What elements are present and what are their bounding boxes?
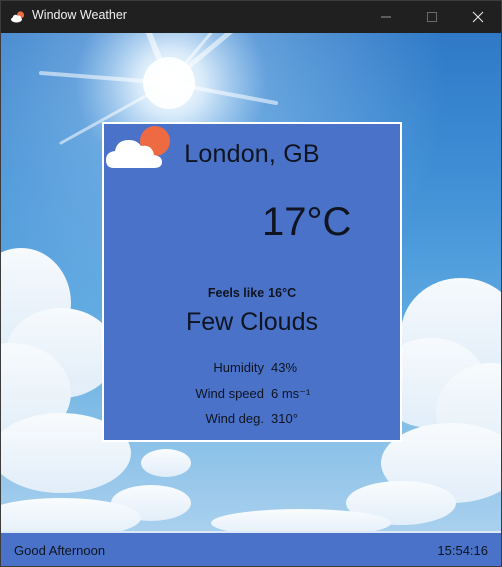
status-bar: Good Afternoon 15:54:16 [1, 531, 501, 566]
window-title: Window Weather [32, 8, 127, 22]
wind-deg-value: 310° [271, 411, 298, 426]
cloud-sun-icon [106, 126, 170, 168]
maximize-icon [427, 12, 437, 22]
close-icon [472, 11, 484, 23]
maximize-button[interactable] [409, 1, 455, 33]
wind-deg-label: Wind deg. [205, 411, 264, 426]
humidity-label: Humidity [213, 360, 264, 375]
minimize-button[interactable] [363, 1, 409, 33]
app-window: Window Weather London, GB 17°C Feels lik… [0, 0, 502, 567]
humidity-value: 43% [271, 360, 298, 375]
wind-speed-value: 6 ms⁻¹ [271, 386, 311, 401]
sky-background: London, GB 17°C Feels like 16°C Few Cloud… [1, 33, 501, 531]
title-bar[interactable]: Window Weather [1, 1, 501, 33]
feels-like: Feels like 16°C [104, 286, 400, 300]
greeting-text: Good Afternoon [14, 543, 106, 558]
wind-speed-label: Wind speed [195, 386, 264, 401]
weather-card: London, GB 17°C Feels like 16°C Few Cloud… [102, 122, 402, 442]
feels-like-label: Feels like [207, 286, 265, 300]
close-button[interactable] [455, 1, 501, 33]
weather-description: Few Clouds [186, 308, 318, 336]
feels-like-value: 16°C [268, 286, 297, 300]
clock-time: 15:54:16 [437, 543, 488, 558]
temperature: 17°C [262, 200, 352, 244]
minimize-icon [381, 16, 391, 18]
cloud-sun-icon [11, 11, 25, 23]
